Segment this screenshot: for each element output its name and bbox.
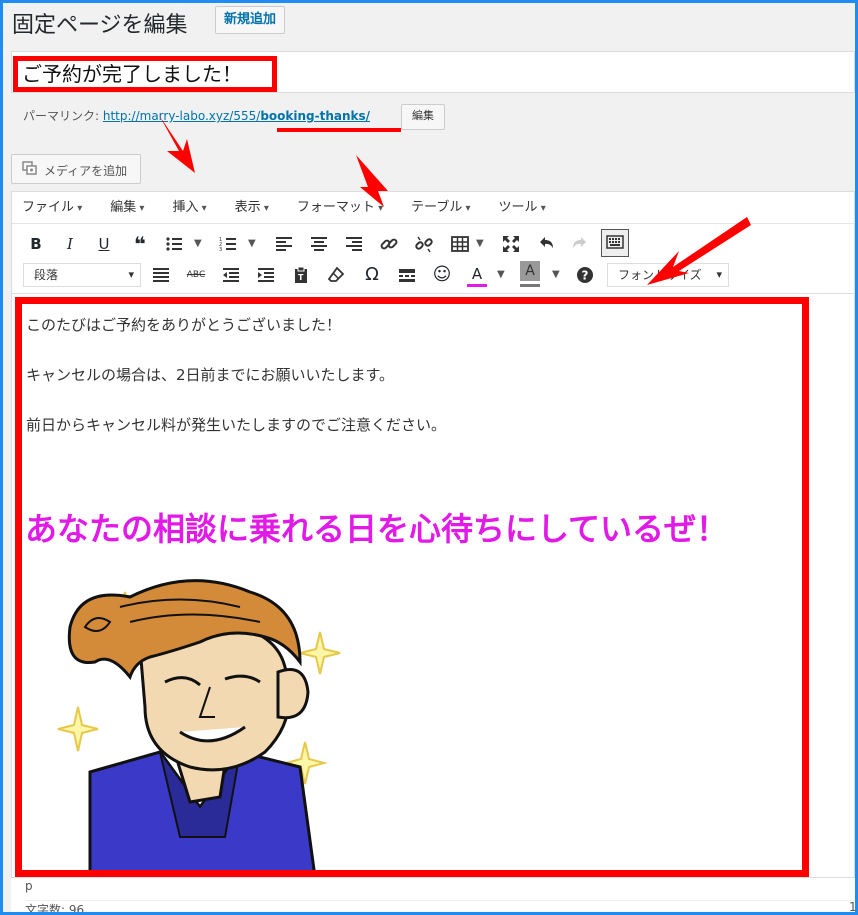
help-icon[interactable]: ? [572, 262, 598, 288]
numbered-list-icon[interactable]: 123 [215, 231, 241, 257]
annotation-arrow-permalink [159, 115, 195, 173]
strikethrough-icon[interactable]: ABC [183, 262, 209, 288]
text-color-swatch [467, 284, 487, 287]
status-right-fragment: 1 [849, 900, 855, 912]
emoji-icon[interactable]: ☺ [429, 262, 455, 288]
underline-icon[interactable]: U [91, 231, 117, 257]
read-more-icon[interactable] [394, 262, 420, 288]
add-new-button[interactable]: 新規追加 [215, 6, 286, 34]
bullet-list-icon[interactable] [161, 231, 187, 257]
text-color-dropdown-icon[interactable]: ▼ [497, 262, 505, 288]
svg-text:T: T [298, 273, 304, 282]
media-icon [22, 161, 37, 175]
svg-text:3: 3 [219, 247, 222, 253]
background-color-dropdown-icon[interactable]: ▼ [552, 262, 560, 288]
permalink-label: パーマリンク: [23, 109, 100, 123]
menu-insert[interactable]: 挿入 [162, 196, 208, 221]
word-count: 文字数: 96 [25, 900, 855, 912]
permalink-slug[interactable]: booking-thanks/ [260, 109, 370, 123]
permalink-link[interactable]: http://marry-labo.xyz/555/booking-thanks… [103, 109, 370, 123]
insert-link-icon[interactable] [376, 231, 402, 257]
editor-window: 固定ページを編集 新規追加 ご予約が完了しました！ パーマリンク: http:/… [3, 3, 855, 912]
bold-icon[interactable]: B [23, 231, 49, 257]
editor-menubar: ファイル編集挿入表示フォーマットテーブルツール [12, 196, 564, 220]
post-title-input[interactable]: ご予約が完了しました！ [13, 56, 277, 92]
undo-icon[interactable] [533, 231, 559, 257]
slug-annotation-underline [277, 128, 401, 132]
blockquote-icon[interactable]: ❝ [127, 231, 153, 257]
paste-text-icon[interactable]: T [288, 262, 314, 288]
content-paragraph-3: 前日からキャンセル料が発生いたしますのでご注意ください。 [26, 416, 447, 434]
bullet-list-dropdown-icon[interactable]: ▼ [194, 231, 202, 257]
align-right-icon[interactable] [341, 231, 367, 257]
editor-content-area[interactable]: このたびはご予約をありがとうございました！ キャンセルの場合は、2日前までにお願… [15, 297, 809, 877]
italic-icon[interactable]: I [57, 231, 83, 257]
edit-slug-button[interactable]: 編集 [401, 104, 445, 130]
menu-view[interactable]: 表示 [225, 196, 271, 221]
align-left-icon[interactable] [271, 231, 297, 257]
outdent-icon[interactable] [218, 262, 244, 288]
background-color-swatch [520, 284, 540, 287]
table-dropdown-icon[interactable]: ▼ [476, 231, 484, 257]
page-title: 固定ページを編集 [12, 13, 188, 38]
indent-icon[interactable] [253, 262, 279, 288]
svg-text:?: ? [582, 269, 589, 283]
numbered-list-dropdown-icon[interactable]: ▼ [248, 231, 256, 257]
clear-formatting-icon[interactable] [323, 262, 349, 288]
content-paragraph-2: キャンセルの場合は、2日前までにお願いいたします。 [26, 366, 395, 384]
toolbar-divider [12, 293, 854, 294]
menu-tools[interactable]: ツール [489, 196, 548, 221]
menu-file[interactable]: ファイル [12, 196, 84, 221]
highlight-heading: あなたの相談に乗れる日を心待ちにしているぜ！ [25, 510, 729, 548]
background-color-icon[interactable]: A [520, 261, 540, 281]
annotation-arrow-fontsize [647, 217, 751, 285]
editor-statusbar: p 文字数: 96 1 [11, 877, 855, 912]
add-media-button[interactable]: メディアを追加 [11, 154, 141, 184]
align-center-icon[interactable] [306, 231, 332, 257]
content-paragraph-1: このたびはご予約をありがとうございました！ [26, 316, 342, 334]
remove-link-icon[interactable] [411, 231, 437, 257]
element-path[interactable]: p [25, 879, 33, 893]
horizontal-line-icon[interactable] [148, 262, 174, 288]
fullscreen-icon[interactable] [498, 231, 524, 257]
special-character-icon[interactable]: Ω [359, 262, 385, 288]
toolbar-toggle-icon[interactable] [601, 229, 629, 257]
annotation-arrow-slug [356, 155, 388, 207]
redo-icon[interactable] [567, 231, 593, 257]
table-icon[interactable] [447, 231, 473, 257]
menu-edit[interactable]: 編集 [100, 196, 146, 221]
character-illustration [57, 579, 341, 870]
add-media-label: メディアを追加 [44, 164, 128, 178]
menu-table[interactable]: テーブル [401, 196, 472, 221]
format-select[interactable]: 段落 [23, 263, 141, 287]
